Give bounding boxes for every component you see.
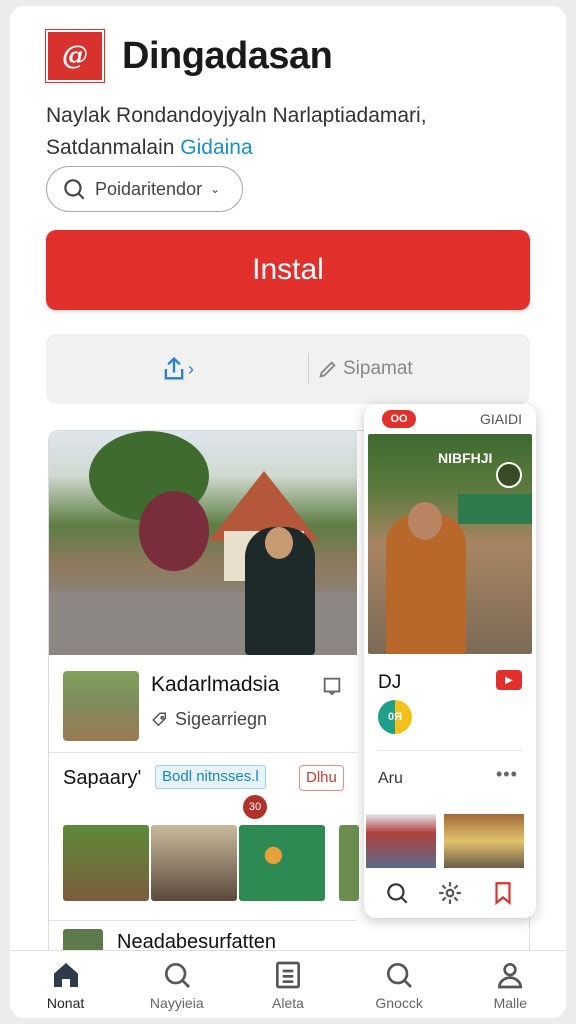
nav-item-profile[interactable]: Malle — [460, 951, 560, 1018]
gallery-thumbnail[interactable] — [151, 825, 237, 901]
list-item-subtitle: Sigearriegn — [151, 709, 267, 730]
share-chevron: › — [188, 358, 194, 379]
card-title: DJ — [378, 672, 402, 693]
image-sign-text: NIBFHJI — [438, 450, 493, 466]
description-line: Satdanmalain Gidaina — [46, 132, 516, 164]
divider — [378, 750, 522, 751]
status-badge[interactable]: Dlhu — [299, 765, 344, 791]
share-button[interactable]: › — [46, 355, 308, 383]
hero-image[interactable] — [49, 431, 357, 655]
more-options-icon[interactable]: ••• — [496, 764, 518, 785]
list-item-title: Kadarlmadsia — [151, 673, 280, 696]
search-icon[interactable] — [384, 880, 410, 906]
nav-item-label: Aleta — [272, 995, 304, 1011]
list-item-subtitle-text: Sigearriegn — [175, 709, 268, 729]
list-item-title: Sapaary' — [63, 767, 142, 789]
app-description: Naylak Rondandoyjyaln Narlaptiadamari, S… — [46, 100, 516, 164]
channel-avatar[interactable]: 0Я — [378, 700, 412, 734]
list-item-thumbnail — [63, 671, 139, 741]
bookmark-icon[interactable] — [321, 675, 343, 697]
gallery-thumbnail[interactable] — [444, 814, 524, 868]
app-logo: @ — [46, 30, 104, 82]
nav-item-discover[interactable]: Gnocck — [349, 951, 449, 1018]
count-badge: 30 — [243, 795, 267, 819]
info-tag[interactable]: Bodl nitnsses.l — [155, 765, 266, 789]
card-code: GIAIDI — [479, 411, 522, 427]
app-title: Dingadasan — [122, 34, 333, 77]
app-detail-sheet: @ Dingadasan Naylak Rondandoyjyaln Narla… — [10, 6, 566, 1018]
video-play-icon[interactable]: ▶ — [496, 670, 522, 690]
list-item[interactable]: Sapaary' Bodl nitnsses.l Dlhu 30 — [49, 753, 359, 921]
nav-item-search[interactable]: Nayyieia — [127, 951, 227, 1018]
nav-item-home[interactable]: Nonat — [16, 951, 116, 1018]
bottom-navigation: Nonat Nayyieia Aleta Gnocck Malle — [10, 950, 566, 1018]
profile-icon — [498, 963, 523, 989]
card-image[interactable]: NIBFHJI — [368, 434, 532, 654]
description-link[interactable]: Gidaina — [180, 136, 252, 159]
description-line: Naylak Rondandoyjyaln Narlaptiadamari, — [46, 104, 427, 127]
gallery-thumbnail[interactable] — [366, 814, 436, 868]
search-icon — [64, 179, 85, 200]
settings-icon[interactable] — [437, 880, 463, 906]
search-icon — [387, 963, 413, 988]
edit-icon — [319, 361, 336, 378]
install-button[interactable]: Instal — [46, 230, 530, 310]
description-text: Satdanmalain — [46, 136, 175, 159]
card-thumbnails — [364, 814, 536, 868]
search-icon — [164, 963, 190, 988]
nav-item-label: Gnocck — [375, 995, 423, 1011]
app-header: @ Dingadasan — [46, 30, 333, 82]
action-bar: › Sipamat — [46, 334, 530, 404]
home-icon — [53, 963, 78, 987]
list-icon — [275, 961, 300, 989]
nav-item-label: Nonat — [46, 995, 85, 1011]
nav-item-label: Malle — [493, 995, 528, 1011]
share-icon — [164, 356, 184, 380]
card-header: OO GIAIDI — [364, 404, 536, 434]
secondary-action-button[interactable]: Sipamat — [309, 358, 530, 380]
secondary-action-label: Sipamat — [343, 358, 413, 379]
card-label: Aru — [378, 770, 403, 787]
card-logo: OO — [382, 410, 416, 428]
list-item[interactable]: Kadarlmadsia Sigearriegn — [49, 655, 357, 753]
developer-chip-label: Poidaritendor — [95, 178, 203, 199]
tag-icon — [152, 712, 166, 726]
floating-preview-card[interactable]: OO GIAIDI NIBFHJI DJ ▶ 0Я Aru ••• — [364, 404, 536, 918]
clock-icon — [496, 462, 522, 488]
nav-item-list[interactable]: Aleta — [238, 951, 338, 1018]
gallery-thumbnail[interactable] — [239, 825, 325, 901]
chevron-down-icon: ⌄ — [210, 182, 221, 196]
nav-item-label: Nayyieia — [149, 995, 204, 1011]
gallery-thumbnail[interactable] — [339, 825, 359, 901]
card-toolbar — [364, 868, 536, 918]
gallery-thumbnail[interactable] — [63, 825, 149, 901]
developer-chip[interactable]: Poidaritendor ⌄ — [46, 166, 244, 212]
bookmark-icon[interactable] — [490, 880, 516, 906]
